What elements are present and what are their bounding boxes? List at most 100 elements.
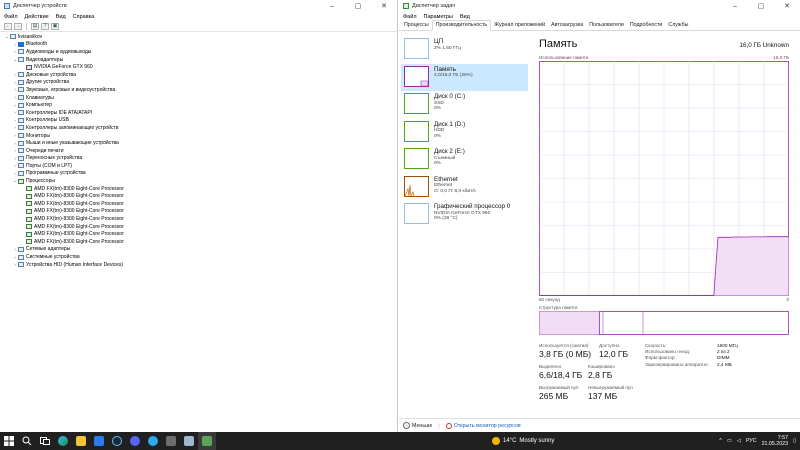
device-tree-node[interactable]: › Мониторы [0,132,397,140]
tray-overflow-icon[interactable]: ^ [719,438,722,444]
taskbar-telegram[interactable] [144,432,162,450]
taskbar-edge[interactable] [54,432,72,450]
device-tree-node[interactable]: › Клавиатуры [0,94,397,102]
tab-6[interactable]: Службы [665,22,691,30]
resource-name: Диск 1 (D:) [434,120,466,128]
language-indicator[interactable]: РУС [746,438,757,444]
forward-arrow-icon[interactable]: → [14,22,22,30]
resource-item-eth[interactable]: Ethernet Ethernet О: 0,0 П: 8,0 кбит/с [401,174,528,202]
tm-maximize-button[interactable]: ▢ [748,0,774,12]
clock[interactable]: 7:57 21.05.2023 [762,435,789,447]
device-tree-node[interactable]: › Bluetooth [0,41,397,49]
device-tree-node[interactable]: › Дисковые устройства [0,71,397,79]
tm-minimize-button[interactable]: – [722,0,748,12]
taskbar-task-manager[interactable] [198,432,216,450]
task-manager-titlebar[interactable]: Диспетчер задач – ▢ ✕ [399,0,800,12]
tab-2[interactable]: Журнал приложений [491,22,548,30]
taskbar-explorer[interactable] [72,432,90,450]
start-button[interactable] [0,432,18,450]
menu-file[interactable]: Файл [4,14,18,20]
device-tree-node[interactable]: ⌄ Видеоадаптеры [0,56,397,64]
resource-item-cpu[interactable]: ЦП 2% 1,50 ГГц [401,36,528,64]
resource-item-disk[interactable]: Диск 2 (E:) Съемный 0% [401,146,528,174]
device-tree-node[interactable]: AMD FX(tm)-8300 Eight-Core Processor [0,208,397,216]
device-tree-node[interactable]: › Устройства HID (Human Interface Devices… [0,261,397,269]
fewer-details-button[interactable]: ^ Меньше [403,422,432,429]
properties-icon[interactable]: ▤ [31,22,39,30]
device-tree-node[interactable]: AMD FX(tm)-8300 Eight-Core Processor [0,230,397,238]
device-tree-node[interactable]: › Системные устройства [0,253,397,261]
search-button[interactable] [18,432,36,450]
open-resource-monitor-link[interactable]: Открыть монитор ресурсов [445,422,521,429]
device-tree-node[interactable]: AMD FX(tm)-8300 Eight-Core Processor [0,200,397,208]
help-icon[interactable]: ? [41,22,49,30]
weather-widget[interactable]: 14°C Mostly sunny [492,432,554,450]
tab-4[interactable]: Пользователи [586,22,627,30]
device-tree-node[interactable]: ⌄ kvisaniikov [0,33,397,41]
device-tree-node[interactable]: › Контроллеры запоминающих устройств [0,124,397,132]
network-icon[interactable]: ▭ [727,438,732,444]
memory-composition-bar [539,311,789,335]
taskbar-device-manager[interactable] [180,432,198,450]
tm-close-button[interactable]: ✕ [774,0,800,12]
resource-item-mem[interactable]: Память 4,0/16,0 ГБ (25%) [401,63,528,91]
menu-action[interactable]: Действие [25,14,49,20]
device-tree-node[interactable]: › Аудиовходы и аудиовыходы [0,48,397,56]
device-tree-node[interactable]: › Переносные устройства [0,155,397,163]
resource-item-disk[interactable]: Диск 0 (C:) SSD 0% [401,91,528,119]
tab-0[interactable]: Процессы [401,22,432,30]
task-view-button[interactable] [36,432,54,450]
device-tree-label: Мониторы [26,132,50,139]
taskbar-steam[interactable] [108,432,126,450]
device-tree-node[interactable]: › Очереди печати [0,147,397,155]
scan-hardware-icon[interactable]: ▣ [51,22,59,30]
tm-menu-file[interactable]: Файл [403,14,417,20]
minimize-button[interactable]: – [319,0,345,12]
tm-menu-view[interactable]: Вид [460,14,470,20]
resource-item-disk[interactable]: Диск 1 (D:) HDD 0% [401,119,528,147]
tab-5[interactable]: Подробности [627,22,666,30]
resource-item-gpu[interactable]: Графический процессор 0 NVIDIA GeForce GT… [401,201,528,229]
portable-icon [18,155,24,161]
device-tree-node[interactable]: › Программные устройства [0,170,397,178]
device-tree-node[interactable]: › Компьютер [0,101,397,109]
device-tree-node[interactable]: › Сетевые адаптеры [0,246,397,254]
device-tree-node[interactable]: AMD FX(tm)-8300 Eight-Core Processor [0,223,397,231]
maximize-button[interactable]: ▢ [345,0,371,12]
menu-view[interactable]: Вид [56,14,66,20]
taskbar-discord[interactable] [126,432,144,450]
device-tree-node[interactable]: › Контроллеры USB [0,117,397,125]
notifications-icon[interactable]: ▯ [793,438,796,444]
device-tree-label: AMD FX(tm)-8300 Eight-Core Processor [34,238,124,245]
tab-3[interactable]: Автозагрузка [548,22,586,30]
device-manager-icon [184,436,194,446]
device-tree-node[interactable]: › Мыши и иные указывающие устройства [0,139,397,147]
volume-icon[interactable]: ◁ [737,438,741,444]
taskbar-store[interactable] [90,432,108,450]
tm-menu-options[interactable]: Параметры [424,14,453,20]
device-tree-node[interactable]: AMD FX(tm)-8300 Eight-Core Processor [0,215,397,223]
device-tree-node[interactable]: AMD FX(tm)-8300 Eight-Core Processor [0,192,397,200]
resource-text: Ethernet Ethernet О: 0,0 П: 8,0 кбит/с [434,176,476,195]
device-tree-label: Звуковые, игровые и видеоустройства [26,86,116,93]
device-manager-titlebar[interactable]: Диспетчер устройств – ▢ ✕ [0,0,397,12]
taskbar-app-1[interactable] [162,432,180,450]
structure-label: Структура памяти [539,305,578,310]
close-button[interactable]: ✕ [371,0,397,12]
device-tree-node[interactable]: NVIDIA GeForce GTX 960 [0,63,397,71]
device-tree-node[interactable]: › Звуковые, игровые и видеоустройства [0,86,397,94]
memory-stats: Используется (сжатая) 3,8 ГБ (0 МБ) Дост… [539,343,789,409]
device-tree-node[interactable]: AMD FX(tm)-8300 Eight-Core Processor [0,185,397,193]
stat-available: Доступно 12,0 ГБ [599,343,628,359]
device-tree-node[interactable]: › Контроллеры IDE ATA/ATAPI [0,109,397,117]
device-tree-node[interactable]: AMD FX(tm)-8300 Eight-Core Processor [0,238,397,246]
device-tree-node[interactable]: › Порты (COM и LPT) [0,162,397,170]
composition-in-use [539,311,600,335]
usb-icon [18,117,24,123]
device-tree-node[interactable]: › Другие устройства [0,79,397,87]
resource-thumbnail [404,148,429,169]
tab-1[interactable]: Производительность [431,20,492,31]
device-tree-node[interactable]: ⌄ Процессоры [0,177,397,185]
menu-help[interactable]: Справка [73,14,95,20]
back-arrow-icon[interactable]: ← [4,22,12,30]
